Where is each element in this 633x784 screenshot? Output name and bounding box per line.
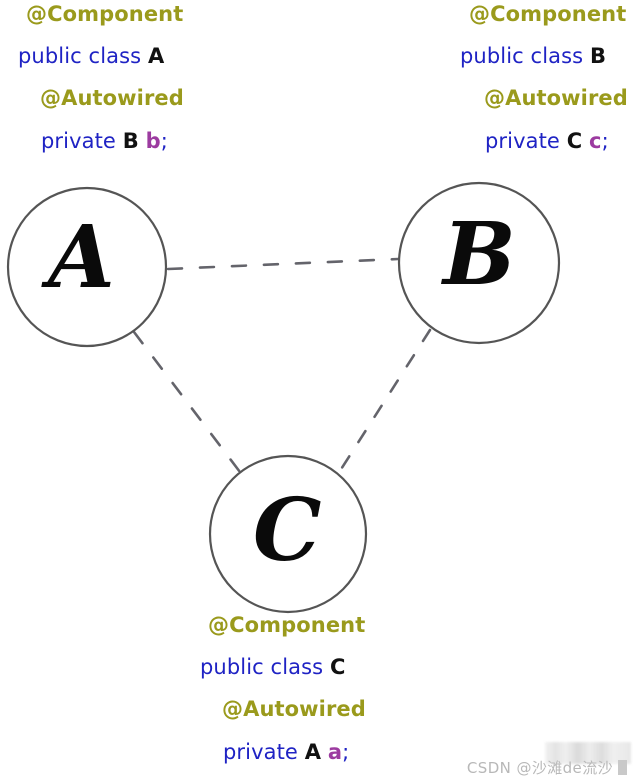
field-semicolon-b: ; (601, 129, 609, 153)
class-declaration-b: public class B (460, 46, 628, 67)
field-name-c: a (327, 740, 343, 764)
watermark: CSDN @沙滩de流沙 (467, 757, 627, 778)
field-type-a: B (122, 129, 139, 153)
field-name-b: c (589, 129, 602, 153)
field-name-a: b (145, 129, 161, 153)
annotation-component-b: @Component (469, 2, 627, 26)
keyword-private-b: private (485, 129, 560, 153)
class-name-c: C (329, 655, 346, 679)
annotation-component-a: @Component (26, 2, 184, 26)
annotation-autowired-c: @Autowired (222, 697, 366, 721)
annotation-component-c: @Component (208, 613, 366, 637)
keyword-public-class-b: public class (460, 44, 584, 68)
annotation-autowired-a: @Autowired (40, 86, 184, 110)
field-semicolon-c: ; (342, 740, 350, 764)
watermark-cursor-icon (618, 760, 627, 775)
field-type-c: A (304, 740, 322, 764)
watermark-text: CSDN @沙滩de流沙 (466, 759, 613, 777)
field-semicolon-a: ; (160, 129, 168, 153)
edge-a-c (132, 330, 245, 478)
class-declaration-c: public class C (200, 657, 366, 678)
node-label-a: A (48, 207, 115, 308)
keyword-public-class-c: public class (200, 655, 324, 679)
edge-b-c (336, 328, 432, 476)
field-declaration-b: private C c; (485, 131, 628, 152)
keyword-public-class-a: public class (18, 44, 142, 68)
node-label-b: B (443, 204, 516, 305)
code-block-class-a: @Component public class A @Autowired pri… (18, 4, 184, 152)
class-name-a: A (147, 44, 165, 68)
node-label-c: C (253, 480, 322, 581)
keyword-private-a: private (41, 129, 116, 153)
code-block-class-b: @Component public class B @Autowired pri… (460, 4, 628, 152)
edge-a-b (166, 257, 400, 271)
field-type-b: C (566, 129, 583, 153)
diagram-canvas: A B C @Component public class A @Autowir… (0, 0, 633, 784)
field-declaration-c: private A a; (223, 742, 366, 763)
annotation-autowired-b: @Autowired (484, 86, 628, 110)
code-block-class-c: @Component public class C @Autowired pri… (200, 615, 366, 763)
field-declaration-a: private B b; (41, 131, 184, 152)
class-name-b: B (589, 44, 607, 68)
class-declaration-a: public class A (18, 46, 184, 67)
keyword-private-c: private (223, 740, 298, 764)
